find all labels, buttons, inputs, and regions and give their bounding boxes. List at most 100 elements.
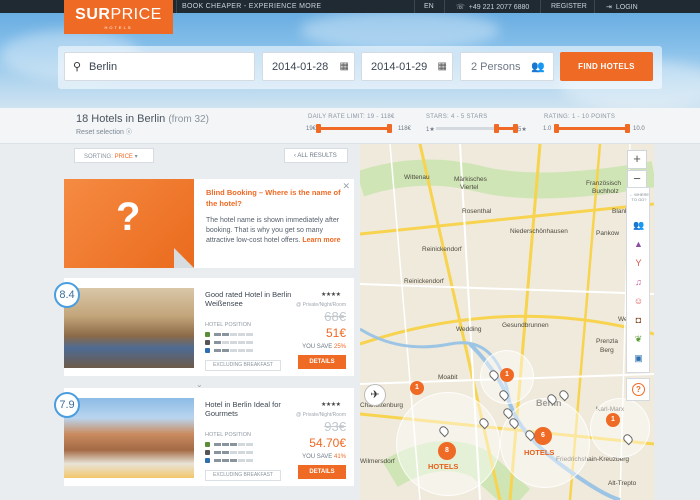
savings-label: YOU SAVE xyxy=(302,344,333,350)
sorting-dropdown[interactable]: SORTING: PRICE ▾ xyxy=(74,148,154,163)
blind-booking-text: The hotel name is shown immediately afte… xyxy=(206,216,346,246)
new-price: 54.70€ xyxy=(309,436,346,450)
logo-sub: HOTELS xyxy=(104,25,133,30)
persons-field[interactable]: 2 Persons 👥 xyxy=(460,52,554,81)
old-price: 93€ xyxy=(324,419,346,434)
map-label-franz: Französisch xyxy=(586,180,622,187)
learn-more-link[interactable]: Learn more xyxy=(302,237,340,244)
right-gutter xyxy=(654,144,700,500)
language-switch[interactable]: EN xyxy=(424,3,434,10)
hotel-position-label: HOTEL POSITION xyxy=(205,322,251,328)
group-icon[interactable]: 👥 xyxy=(633,220,644,230)
map-label-treptow: Alt-Trepto xyxy=(608,480,637,487)
map-label-niederschoenhausen: Niederschönhausen xyxy=(510,228,568,235)
theater-icon[interactable]: ☺ xyxy=(633,296,644,306)
checkout-field[interactable]: 2014-01-29 ▦ xyxy=(361,52,453,81)
results-from: (from 32) xyxy=(168,114,209,125)
phone-text: +49 221 2077 6880 xyxy=(468,4,530,11)
map-label-prenzlauer: Prenzla xyxy=(596,338,619,345)
hotel-stars: ★★★★ xyxy=(321,402,341,408)
cluster-count: 8 xyxy=(438,442,456,460)
leaf-icon[interactable]: ❦ xyxy=(633,334,644,344)
blind-booking-title: Blind Booking – Where is the name of the… xyxy=(206,188,341,208)
map-label-pankow: Pankow xyxy=(596,230,620,237)
results-count: 18 Hotels in Berlin (from 32) xyxy=(76,113,209,125)
find-hotels-button[interactable]: FIND HOTELS xyxy=(560,52,653,81)
blind-booking-card[interactable]: ? Blind Booking – Where is the name of t… xyxy=(64,179,354,268)
hotel-stars: ★★★★ xyxy=(321,292,341,298)
zoom-in-button[interactable]: + xyxy=(627,150,647,169)
help-icon: ? xyxy=(632,383,645,396)
checkin-field[interactable]: 2014-01-28 ▦ xyxy=(262,52,355,81)
breakfast-tag: EXCLUDING BREAKFAST xyxy=(205,470,281,481)
shopping-bag-icon[interactable]: ▲ xyxy=(633,239,644,249)
old-price: 68€ xyxy=(324,309,346,324)
persons-value: 2 Persons xyxy=(471,61,521,73)
airport-icon[interactable]: ✈ xyxy=(364,384,386,406)
savings: YOU SAVE 41% xyxy=(302,454,346,460)
calendar-icon: ▦ xyxy=(339,61,349,72)
sorting-value: PRICE xyxy=(114,154,133,160)
cluster-count: 6 xyxy=(534,427,552,445)
logo[interactable]: SURPRICE HOTELS xyxy=(64,0,173,34)
price-note: @ Private/Night/Room xyxy=(296,302,346,308)
savings-label: YOU SAVE xyxy=(302,454,333,460)
stars-filter-label: STARS: 4 - 5 STARS xyxy=(426,114,488,120)
close-icon[interactable]: ✕ xyxy=(342,181,350,192)
hotel-photo[interactable] xyxy=(64,288,194,368)
new-price: 51€ xyxy=(325,326,346,340)
building-icon xyxy=(205,339,210,345)
stars-slider[interactable] xyxy=(436,124,518,133)
cluster-label: HOTELS xyxy=(524,448,555,457)
rate-filter-label: DAILY RATE LIMIT: 19 - 118€ xyxy=(308,114,395,120)
results-count-text: 18 Hotels in Berlin xyxy=(76,113,166,125)
question-mark-icon: ? xyxy=(116,195,141,239)
checkout-value: 2014-01-29 xyxy=(371,61,428,73)
rating-badge: 8.4 xyxy=(54,282,80,308)
map-label-wedding: Wedding xyxy=(456,326,482,333)
details-button[interactable]: DETAILS xyxy=(298,465,346,479)
bus-icon[interactable]: ▣ xyxy=(633,353,644,363)
help-button[interactable]: ? xyxy=(626,378,650,401)
stars-min-handle[interactable] xyxy=(494,124,499,133)
rate-slider[interactable] xyxy=(316,124,392,133)
rate-min-handle[interactable] xyxy=(316,124,321,133)
register-link[interactable]: REGISTER xyxy=(551,3,587,10)
close-icon: ⓧ xyxy=(125,130,132,136)
music-icon[interactable]: ♫ xyxy=(633,277,644,287)
stars-min-value: 1★ xyxy=(426,127,435,133)
rating-slider[interactable] xyxy=(554,124,630,133)
reset-selection-link[interactable]: Reset selection ⓧ xyxy=(76,127,132,136)
location-pin-icon: ⚲ xyxy=(73,61,82,73)
hotel-photo[interactable] xyxy=(64,398,194,478)
all-results-button[interactable]: ‹ ALL RESULTS xyxy=(284,148,348,163)
camera-icon[interactable]: ◘ xyxy=(633,315,644,325)
blind-booking-image: ? xyxy=(64,179,194,268)
hotel-card[interactable]: 8.4 Good rated Hotel in Berlin Weißensee… xyxy=(54,278,354,376)
rating-min-handle[interactable] xyxy=(554,124,559,133)
all-results-label: ALL RESULTS xyxy=(297,153,337,159)
rate-max-handle[interactable] xyxy=(387,124,392,133)
rating-filter-label: RATING: 1 - 10 POINTS xyxy=(544,114,616,120)
map-view[interactable]: Wittenau Märkisches Viertel Französisch … xyxy=(360,144,654,500)
details-button[interactable]: DETAILS xyxy=(298,355,346,369)
cocktail-icon[interactable]: Y xyxy=(633,258,644,268)
rating-max-handle[interactable] xyxy=(625,124,630,133)
transit-icon xyxy=(205,347,210,353)
cluster-count: 1 xyxy=(606,413,620,427)
sorting-label: SORTING: xyxy=(84,154,113,160)
logo-bold: SUR xyxy=(75,6,111,23)
map-label-wilmersdorf: Wilmersdorf xyxy=(360,458,395,465)
city-field[interactable]: ⚲ Berlin xyxy=(64,52,255,81)
chevron-left-icon: ‹ xyxy=(294,153,296,159)
map-cluster[interactable] xyxy=(590,398,650,458)
hotel-card[interactable]: 7.9 Hotel in Berlin Ideal for Gourmets ★… xyxy=(54,388,354,486)
search-bar: ⚲ Berlin 2014-01-28 ▦ 2014-01-29 ▦ 2 Per… xyxy=(58,46,662,89)
map-label-reinickendorf: Reinickendorf xyxy=(422,246,462,253)
amenity-bars xyxy=(205,331,254,355)
map-label-moabit: Moabit xyxy=(438,374,458,381)
cluster-label: HOTELS xyxy=(428,462,459,471)
login-link[interactable]: ⇥ LOGIN xyxy=(606,3,638,11)
rating-min-value: 1.0 xyxy=(543,126,552,132)
map-label-reinickendorf-2: Reinickendorf xyxy=(404,278,444,285)
